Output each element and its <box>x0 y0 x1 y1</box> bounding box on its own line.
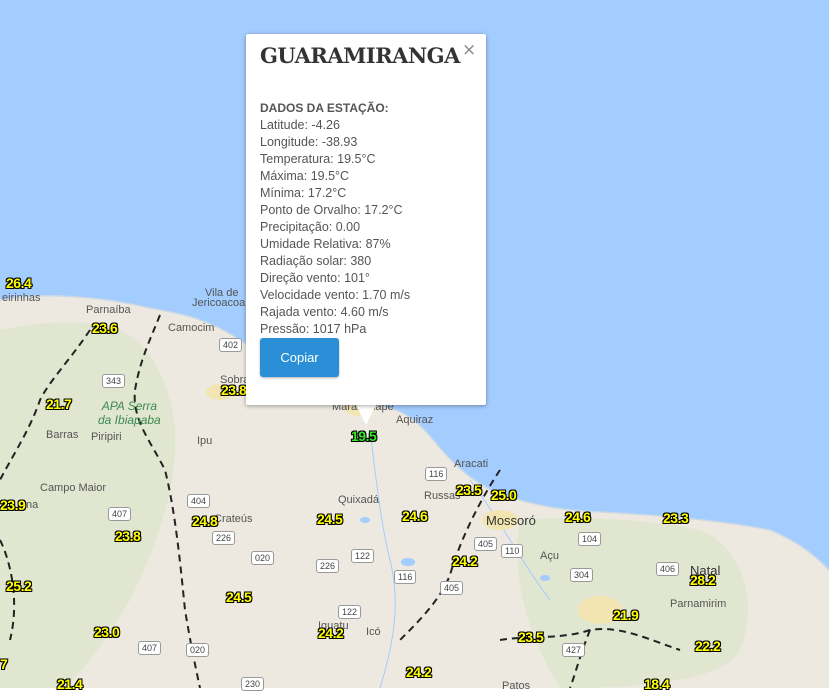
field-temperature: Temperatura: 19.5°C <box>260 152 376 166</box>
road-shield: 226 <box>316 559 340 573</box>
apa-line2: da Ibiapaba <box>98 413 161 427</box>
place-parnaiba: Parnaíba <box>86 304 131 316</box>
station-marker[interactable]: 23.6 <box>92 320 118 336</box>
place-ipu: Ipu <box>197 435 213 447</box>
field-humidity: Umidade Relativa: 87% <box>260 237 391 251</box>
road-shield: 226 <box>212 531 236 545</box>
popup-heading: DADOS DA ESTAÇÃO: <box>260 101 389 115</box>
station-marker[interactable]: 24.2 <box>452 553 478 569</box>
road-shield: 405 <box>440 581 464 595</box>
station-marker[interactable]: 25.0 <box>491 487 517 503</box>
station-marker-selected[interactable]: 19.5 <box>351 428 377 444</box>
road-shield: 406 <box>656 562 680 576</box>
field-wind-direction: Direção vento: 101° <box>260 271 370 285</box>
apa-line1: APA Serra <box>101 399 158 413</box>
station-marker[interactable]: 24.8 <box>192 513 218 529</box>
station-marker[interactable]: 23.5 <box>456 482 482 498</box>
place-aquiraz: Aquiraz <box>396 414 434 426</box>
station-marker[interactable]: 21.7 <box>46 396 72 412</box>
station-marker[interactable]: 24.5 <box>226 589 252 605</box>
station-marker[interactable]: 21.4 <box>57 676 83 692</box>
close-icon[interactable]: × <box>462 40 476 60</box>
place-piripiri: Piripiri <box>91 431 122 443</box>
station-marker[interactable]: 23.8 <box>221 382 247 398</box>
place-parnamirim: Parnamirim <box>670 598 727 610</box>
station-marker[interactable]: 22.2 <box>695 638 721 654</box>
station-marker[interactable]: 24.5 <box>317 511 343 527</box>
place-quixada: Quixadá <box>338 494 379 506</box>
station-marker[interactable]: 7 <box>0 656 8 672</box>
place-ireirinhas: eirinhas <box>2 292 41 304</box>
place-patos: Patos <box>502 680 531 692</box>
field-dew-point: Ponto de Orvalho: 17.2°C <box>260 203 403 217</box>
road-shield: 407 <box>108 507 132 521</box>
road-shield: 122 <box>351 549 375 563</box>
road-shield: 116 <box>425 467 448 481</box>
road-shield: 304 <box>570 568 594 582</box>
station-marker[interactable]: 28.2 <box>690 572 716 588</box>
copy-button[interactable]: Copiar <box>260 338 339 377</box>
station-marker[interactable]: 23.0 <box>94 624 120 640</box>
place-acu: Açu <box>540 550 559 562</box>
station-marker[interactable]: 23.3 <box>663 510 689 526</box>
field-wind-speed: Velocidade vento: 1.70 m/s <box>260 288 411 302</box>
station-marker[interactable]: 24.6 <box>402 508 428 524</box>
popup-body: DADOS DA ESTAÇÃO: Latitude: -4.26 Longit… <box>260 100 410 338</box>
popup-tail <box>355 403 377 425</box>
road-shield: 402 <box>219 338 243 352</box>
station-marker[interactable]: 23.8 <box>115 528 141 544</box>
place-crateus: Crateús <box>214 513 253 525</box>
station-marker[interactable]: 26.4 <box>6 275 32 291</box>
station-info-popup: GUARAMIRANGA × DADOS DA ESTAÇÃO: Latitud… <box>246 34 486 405</box>
road-shield: 116 <box>394 570 417 584</box>
place-apa-serra-da-ibiapaba: APA Serra da Ibiapaba <box>98 399 161 427</box>
road-shield: 230 <box>241 677 265 691</box>
station-marker[interactable]: 25.2 <box>6 578 32 594</box>
field-wind-gust: Rajada vento: 4.60 m/s <box>260 305 389 319</box>
place-mossoro: Mossoró <box>486 513 536 528</box>
field-solar-radiation: Radiação solar: 380 <box>260 254 372 268</box>
road-shield: 404 <box>187 494 211 508</box>
road-shield: 343 <box>102 374 126 388</box>
popup-title: GUARAMIRANGA <box>260 43 460 68</box>
station-marker[interactable]: 21.9 <box>613 607 639 623</box>
station-marker[interactable]: 24.6 <box>565 509 591 525</box>
road-shield: 407 <box>138 641 162 655</box>
field-min: Mínima: 17.2°C <box>260 186 347 200</box>
road-shield: 427 <box>562 643 586 657</box>
place-aracati: Aracati <box>454 458 489 470</box>
station-marker[interactable]: 18.4 <box>644 676 670 692</box>
station-marker[interactable]: 23.9 <box>0 497 26 513</box>
station-marker[interactable]: 24.2 <box>406 664 432 680</box>
road-shield: 110 <box>501 544 524 558</box>
place-teresina: na <box>26 499 39 511</box>
road-shield: 122 <box>338 605 362 619</box>
field-latitude: Latitude: -4.26 <box>260 118 340 132</box>
place-camocim: Camocim <box>168 322 215 334</box>
station-marker[interactable]: 24.2 <box>318 625 344 641</box>
road-shield: 020 <box>251 551 275 565</box>
field-max: Máxima: 19.5°C <box>260 169 350 183</box>
field-precipitation: Precipitação: 0.00 <box>260 220 361 234</box>
road-shield: 020 <box>186 643 210 657</box>
road-shield: 104 <box>578 532 602 546</box>
place-barras: Barras <box>46 429 79 441</box>
place-ico: Icó <box>366 626 381 638</box>
field-pressure: Pressão: 1017 hPa <box>260 322 367 336</box>
station-marker[interactable]: 23.5 <box>518 629 544 645</box>
place-campo-maior: Campo Maior <box>40 482 107 494</box>
road-shield: 405 <box>474 537 498 551</box>
field-longitude: Longitude: -38.93 <box>260 135 358 149</box>
